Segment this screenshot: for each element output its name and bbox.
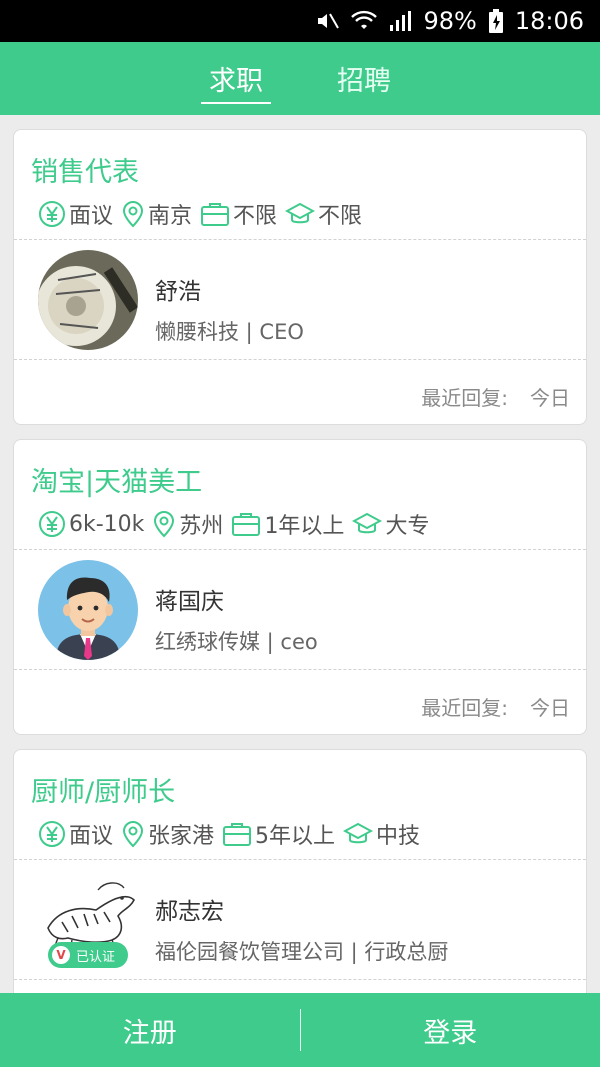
reply-label: 最近回复:	[421, 696, 508, 720]
job-card[interactable]: 厨师/厨师长 面议 张家港 5年以上 中技 V 已认证 郝志宏 福伦园餐饮管理公…	[13, 749, 587, 993]
yen-icon	[38, 820, 66, 848]
divider	[14, 979, 586, 980]
yen-icon	[38, 510, 66, 538]
divider	[14, 359, 586, 360]
experience-text: 1年以上	[264, 514, 345, 539]
last-reply: 最近回复: 今日	[421, 692, 570, 721]
location-pin-icon	[152, 510, 176, 538]
reply-label: 最近回复:	[421, 386, 508, 410]
briefcase-icon	[222, 821, 252, 847]
tab-recruiting[interactable]: 招聘	[329, 50, 399, 108]
salary-tag: 面议	[38, 818, 113, 850]
education-text: 不限	[318, 204, 363, 229]
job-title: 淘宝|天猫美工	[31, 467, 203, 498]
graduation-cap-icon	[285, 201, 316, 227]
job-card[interactable]: 销售代表 面议 南京 不限 不限 舒浩 懒腰科技 | CEO 最近回复: 今日	[13, 129, 587, 425]
verified-badge: V 已认证	[48, 942, 128, 968]
contact-name: 蒋国庆	[155, 589, 224, 615]
location-text: 苏州	[179, 514, 224, 539]
status-bar: 98% 18:06	[0, 0, 600, 42]
job-tags: 面议 南京 不限 不限	[38, 198, 362, 230]
salary-tag: 面议	[38, 198, 113, 230]
job-title: 销售代表	[31, 157, 139, 188]
job-tags: 面议 张家港 5年以上 中技	[38, 818, 420, 850]
avatar[interactable]	[38, 560, 138, 660]
reply-value: 今日	[530, 386, 570, 410]
contact-name: 舒浩	[155, 279, 201, 305]
tab-job-seeking[interactable]: 求职	[201, 50, 271, 108]
signal-icon	[389, 10, 412, 32]
last-reply: 最近回复: 今日	[421, 382, 570, 411]
mute-icon	[315, 9, 340, 33]
location-tag: 南京	[121, 198, 192, 230]
salary-text: 面议	[69, 824, 114, 849]
login-button[interactable]: 登录	[301, 993, 600, 1067]
job-tags: 6k-10k 苏州 1年以上 大专	[38, 508, 429, 540]
salary-text: 面议	[69, 204, 114, 229]
verified-label: 已认证	[76, 949, 116, 965]
contact-name: 郝志宏	[155, 899, 224, 925]
education-text: 中技	[376, 824, 421, 849]
battery-charging-icon	[488, 9, 503, 33]
education-tag: 大专	[352, 508, 429, 540]
avatar[interactable]	[38, 250, 138, 350]
salary-tag: 6k-10k	[38, 510, 144, 538]
graduation-cap-icon	[352, 511, 383, 537]
top-tab-bar: 求职 招聘	[0, 42, 600, 115]
location-text: 张家港	[148, 824, 215, 849]
reply-value: 今日	[530, 696, 570, 720]
salary-text: 6k-10k	[69, 511, 145, 537]
bottom-action-bar: 注册 登录	[0, 993, 600, 1067]
experience-tag: 1年以上	[231, 508, 344, 540]
location-text: 南京	[148, 204, 193, 229]
divider	[14, 669, 586, 670]
job-card[interactable]: 淘宝|天猫美工 6k-10k 苏州 1年以上 大专 蒋国庆 红绣球传媒 | ce…	[13, 439, 587, 735]
experience-tag: 5年以上	[222, 818, 335, 850]
divider	[14, 239, 586, 240]
experience-text: 5年以上	[255, 824, 336, 849]
battery-percent: 98%	[423, 7, 477, 35]
job-list[interactable]: 销售代表 面议 南京 不限 不限 舒浩 懒腰科技 | CEO 最近回复: 今日 …	[0, 115, 600, 993]
company-role: 福伦园餐饮管理公司 | 行政总厨	[155, 940, 449, 964]
job-title: 厨师/厨师长	[31, 777, 176, 808]
location-tag: 苏州	[152, 508, 223, 540]
divider	[14, 859, 586, 860]
experience-tag: 不限	[200, 198, 277, 230]
register-button[interactable]: 注册	[0, 993, 300, 1067]
company-role: 懒腰科技 | CEO	[155, 320, 304, 344]
location-pin-icon	[121, 820, 145, 848]
yen-icon	[38, 200, 66, 228]
location-tag: 张家港	[121, 818, 214, 850]
education-tag: 不限	[285, 198, 362, 230]
graduation-cap-icon	[343, 821, 374, 847]
briefcase-icon	[231, 511, 261, 537]
divider	[14, 549, 586, 550]
education-text: 大专	[385, 514, 430, 539]
verified-v-icon: V	[52, 946, 70, 964]
wifi-icon	[351, 9, 378, 33]
education-tag: 中技	[343, 818, 420, 850]
clock: 18:06	[514, 7, 584, 35]
company-role: 红绣球传媒 | ceo	[155, 630, 318, 654]
location-pin-icon	[121, 200, 145, 228]
experience-text: 不限	[233, 204, 278, 229]
briefcase-icon	[200, 201, 230, 227]
